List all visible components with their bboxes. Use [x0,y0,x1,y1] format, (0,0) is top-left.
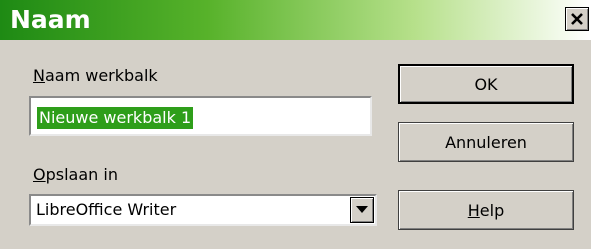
close-button[interactable] [565,7,589,31]
toolbar-name-label: Naam werkbalk [33,66,158,86]
close-icon [571,13,583,25]
save-in-label-hotkey: O [33,165,46,184]
title-bar[interactable]: Naam [0,0,591,40]
dialog-window: Naam Naam werkbalk Nieuwe werkbalk 1 Ops… [0,0,591,249]
toolbar-name-value: Nieuwe werkbalk 1 [37,107,194,129]
toolbar-name-label-hotkey: N [33,66,45,85]
help-button-hotkey: H [467,200,480,220]
save-in-value: LibreOffice Writer [36,200,177,219]
save-in-dropdown[interactable]: LibreOffice Writer [29,194,377,226]
save-in-label-text: pslaan in [45,165,118,184]
save-in-label: Opslaan in [33,165,118,185]
help-button-text: elp [479,200,505,220]
help-button[interactable]: Help [398,190,574,230]
ok-button[interactable]: OK [398,64,574,104]
cancel-button[interactable]: Annuleren [398,122,574,162]
dropdown-button[interactable] [350,197,374,223]
chevron-down-icon [356,206,368,213]
dialog-title: Naam [10,5,91,34]
toolbar-name-label-text: aam werkbalk [44,66,158,85]
toolbar-name-input[interactable]: Nieuwe werkbalk 1 [29,96,372,136]
